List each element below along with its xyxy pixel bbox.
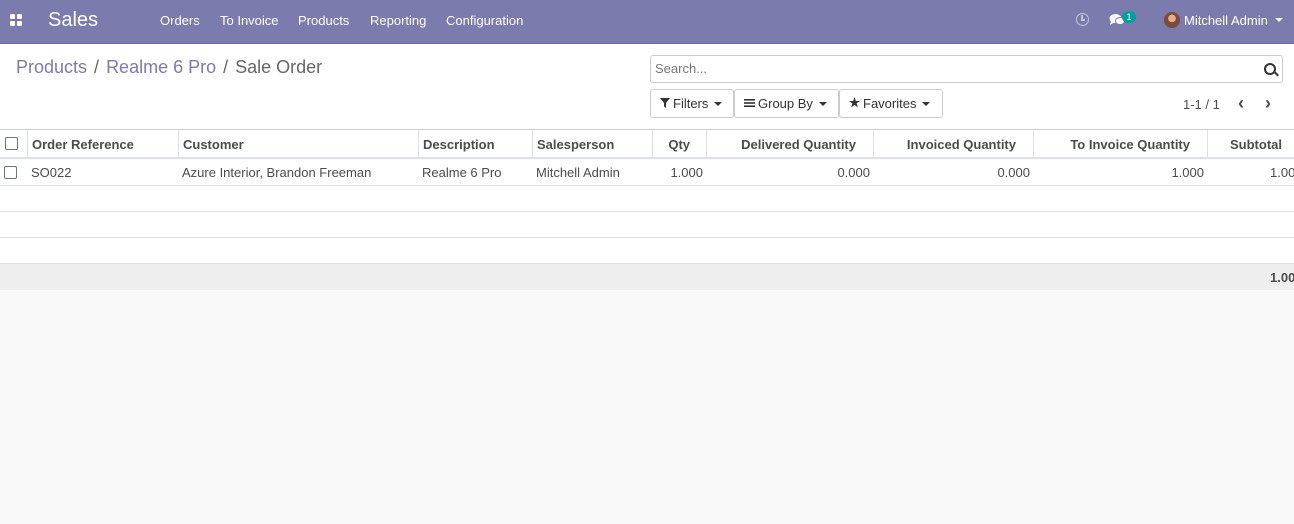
cell-delivered-quantity: 0.000 — [837, 165, 870, 180]
breadcrumb-current: Sale Order — [235, 57, 323, 77]
row-select-checkbox[interactable] — [4, 166, 17, 179]
user-menu[interactable]: Mitchell Admin — [1184, 13, 1268, 28]
activity-clock-icon[interactable] — [1076, 13, 1089, 26]
breadcrumb-products[interactable]: Products — [16, 57, 87, 77]
cell-order-reference: SO022 — [31, 165, 72, 180]
apps-menu-icon[interactable] — [10, 14, 23, 27]
cell-to-invoice-quantity: 1.000 — [1171, 165, 1204, 180]
column-invoiced-quantity[interactable]: Invoiced Quantity — [874, 130, 1034, 159]
cell-description: Realme 6 Pro — [422, 165, 502, 180]
menu-item-to-invoice[interactable]: To Invoice — [220, 13, 279, 28]
group-by-button[interactable]: Group By — [734, 89, 839, 118]
cell-qty: 1.000 — [670, 165, 703, 180]
breadcrumb-separator: / — [94, 57, 100, 77]
column-to-invoice-quantity[interactable]: To Invoice Quantity — [1034, 130, 1208, 159]
empty-table-row — [0, 186, 1294, 212]
control-panel: Products / Realme 6 Pro / Sale Order Filters… — [0, 44, 1294, 130]
star-icon — [849, 97, 860, 108]
pager-previous-icon[interactable]: ‹ — [1234, 94, 1248, 112]
breadcrumb: Products / Realme 6 Pro / Sale Order — [16, 57, 322, 78]
cell-customer: Azure Interior, Brandon Freeman — [182, 165, 372, 180]
filter-funnel-icon — [660, 98, 670, 108]
column-order-reference[interactable]: Order Reference — [28, 130, 179, 159]
group-by-label: Group By — [758, 96, 813, 111]
menu-item-products[interactable]: Products — [298, 13, 349, 28]
breadcrumb-separator: / — [223, 57, 229, 77]
filters-button[interactable]: Filters — [650, 89, 734, 118]
select-column — [0, 130, 28, 159]
chat-unread-badge: 1 — [1122, 11, 1136, 23]
filters-label: Filters — [673, 96, 709, 111]
top-navbar: Sales Orders To Invoice Products Reporti… — [0, 0, 1294, 44]
column-salesperson[interactable]: Salesperson — [533, 130, 653, 159]
pager-next-icon[interactable]: › — [1261, 94, 1275, 112]
user-avatar[interactable] — [1164, 12, 1180, 28]
cell-salesperson: Mitchell Admin — [536, 165, 620, 180]
search-icon[interactable] — [1264, 63, 1276, 75]
table-row[interactable]: SO022 Azure Interior, Brandon Freeman Re… — [0, 160, 1294, 186]
empty-table-row — [0, 212, 1294, 238]
column-delivered-quantity[interactable]: Delivered Quantity — [707, 130, 874, 159]
cell-invoiced-quantity: 0.000 — [997, 165, 1030, 180]
pager-value[interactable]: 1-1 / 1 — [1183, 97, 1220, 112]
caret-down-icon — [714, 102, 723, 106]
empty-table-row — [0, 238, 1294, 264]
favorites-button[interactable]: Favorites — [839, 89, 943, 118]
caret-down-icon — [922, 102, 931, 106]
column-customer[interactable]: Customer — [179, 130, 419, 159]
subtotal-total: 1.00 — [1270, 270, 1294, 285]
column-description[interactable]: Description — [419, 130, 533, 159]
list-bars-icon — [744, 99, 755, 107]
menu-item-reporting[interactable]: Reporting — [370, 13, 426, 28]
column-qty[interactable]: Qty — [653, 130, 707, 159]
search-input[interactable] — [655, 61, 1245, 76]
user-menu-caret-icon[interactable] — [1275, 18, 1283, 22]
app-brand[interactable]: Sales — [48, 9, 98, 32]
search-box — [650, 55, 1283, 83]
table-header: Order Reference Customer Description Sal… — [0, 130, 1294, 159]
column-subtotal[interactable]: Subtotal — [1208, 130, 1294, 159]
cell-subtotal: 1.00 — [1270, 165, 1294, 180]
menu-item-orders[interactable]: Orders — [160, 13, 200, 28]
favorites-label: Favorites — [863, 96, 917, 111]
menu-item-configuration[interactable]: Configuration — [446, 13, 523, 28]
breadcrumb-product[interactable]: Realme 6 Pro — [106, 57, 216, 77]
caret-down-icon — [818, 102, 827, 106]
table-footer: 1.00 — [0, 264, 1294, 290]
